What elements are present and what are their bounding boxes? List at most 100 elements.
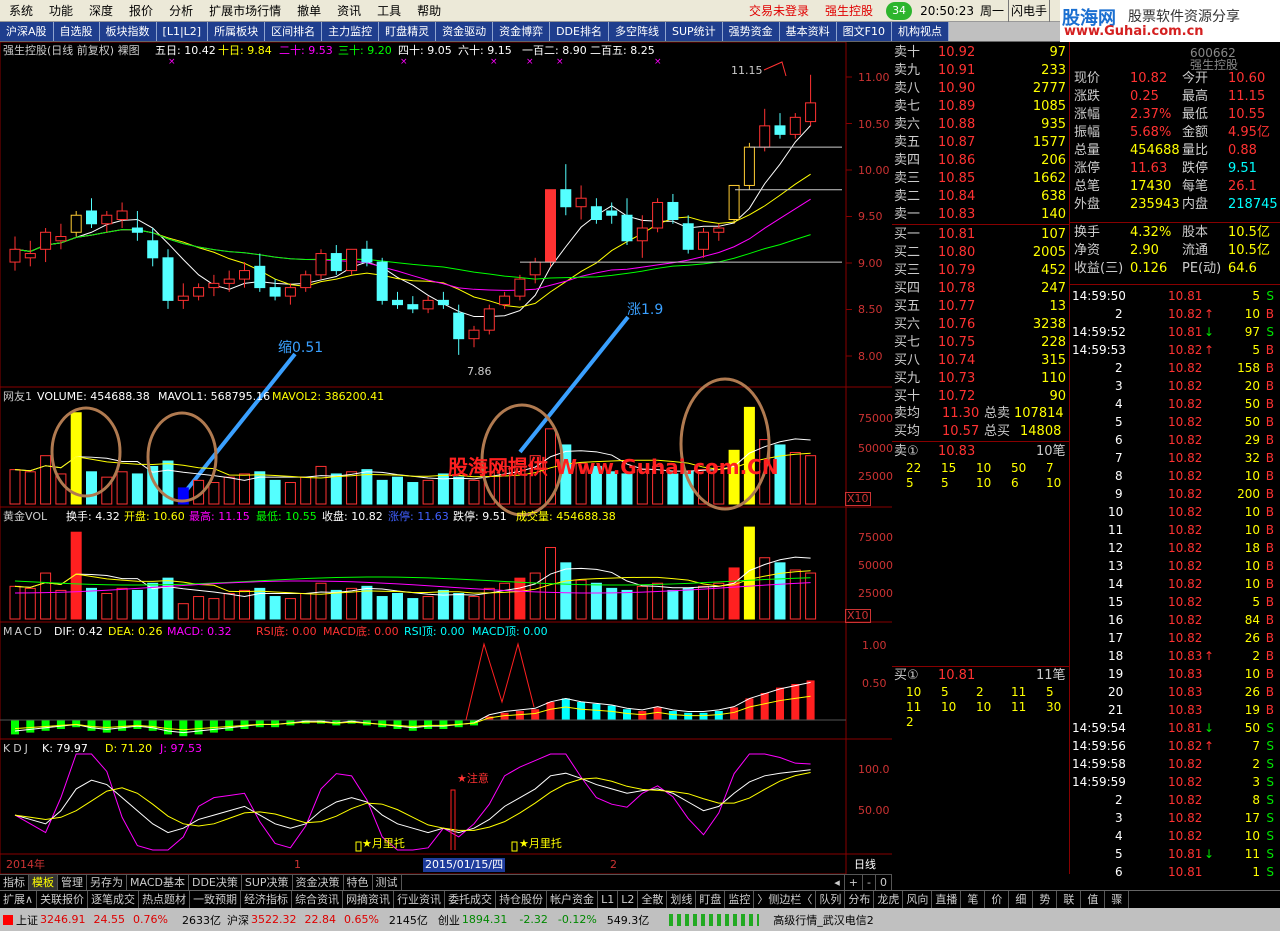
tick-row[interactable]: 8 10.82 10 B [1070,467,1280,485]
hs-index-label[interactable]: 沪深 [227,912,249,928]
tick-row[interactable]: 14:59:52 10.81 ↓ 97 S [1070,323,1280,341]
function-tab[interactable]: 龙虎 [874,891,904,908]
tick-row[interactable]: 2 10.82 158 B [1070,359,1280,377]
buy-level-row[interactable]: 买八 10.74 315 [892,352,1070,370]
menu-quote[interactable]: 报价 [120,0,160,22]
menu-extended-market[interactable]: 扩展市场行情 [200,0,288,22]
tick-row[interactable]: 14:59:54 10.81 ↓ 50 S [1070,719,1280,737]
function-tab[interactable]: 监控 [725,891,755,908]
flash-trade-button[interactable]: 闪电手 [1007,0,1050,23]
toolbar-a-shares[interactable]: 沪深A股 [0,22,54,41]
tick-row[interactable]: 4 10.82 50 B [1070,395,1280,413]
function-tab[interactable]: 一致预期 [190,891,242,908]
menu-news[interactable]: 资讯 [328,0,368,22]
sell-level-row[interactable]: 卖六 10.88 935 [892,116,1070,134]
chart-area[interactable]: × × × × × × 强生控股(日线 前复权) 裸图 五日: 10.42 十日: 9.8… [0,42,893,874]
tick-row[interactable]: 6 10.81 1 S [1070,863,1280,881]
sell-level-row[interactable]: 卖四 10.86 206 [892,152,1070,170]
tick-row[interactable]: 5 10.82 50 B [1070,413,1280,431]
tick-row[interactable]: 14:59:58 10.82 2 S [1070,755,1280,773]
tick-row[interactable]: 15 10.82 5 B [1070,593,1280,611]
indicator-tab[interactable]: MACD基本 [127,875,189,890]
sell-level-row[interactable]: 卖一 10.83 140 [892,206,1070,224]
function-tab[interactable]: L1 [598,891,619,908]
tick-row[interactable]: 19 10.83 10 B [1070,665,1280,683]
sell-level-row[interactable]: 卖二 10.84 638 [892,188,1070,206]
indicator-tab[interactable]: 指标 [0,875,29,890]
menu-cancel-order[interactable]: 撤单 [288,0,328,22]
tick-row[interactable]: 18 10.83 ↑ 2 B [1070,647,1280,665]
chart-nav-button[interactable]: - [863,875,876,890]
sell-level-row[interactable]: 卖三 10.85 1662 [892,170,1070,188]
function-tab[interactable]: 势 [1033,891,1058,908]
toolbar-fund-game[interactable]: 资金博弈 [493,22,551,41]
buy-level-row[interactable]: 买七 10.75 228 [892,334,1070,352]
toolbar-l1l2[interactable]: [L1|L2] [156,22,209,41]
tick-row[interactable]: 14:59:59 10.82 3 S [1070,773,1280,791]
notification-badge[interactable]: 34 [886,1,913,20]
tick-row[interactable]: 14:59:53 10.82 ↑ 5 B [1070,341,1280,359]
toolbar-belong-sector[interactable]: 所属板块 [208,22,266,41]
indicator-tab[interactable]: 资金决策 [293,875,344,890]
toolbar-f10[interactable]: 图文F10 [836,22,892,41]
tick-row[interactable]: 3 10.82 17 S [1070,809,1280,827]
function-tab[interactable]: 联 [1057,891,1082,908]
buy-level-row[interactable]: 买四 10.78 247 [892,280,1070,298]
chart-nav-button[interactable]: ◂ [830,875,845,890]
function-tab[interactable]: 细 [1009,891,1034,908]
function-tab[interactable]: L2 [618,891,639,908]
function-tab[interactable]: 骤 [1105,891,1130,908]
tick-row[interactable]: 21 10.83 19 B [1070,701,1280,719]
cy-index-label[interactable]: 创业 [438,912,460,928]
buy-level-row[interactable]: 买九 10.73 110 [892,370,1070,388]
sell-level-row[interactable]: 卖十 10.92 97 [892,44,1070,62]
indicator-tab[interactable]: 模板 [29,875,58,890]
toolbar-fund-drive[interactable]: 资金驱动 [436,22,494,41]
toolbar-watchlist[interactable]: 自选股 [53,22,100,41]
function-tab[interactable]: 全散 [638,891,668,908]
tick-row[interactable]: 6 10.82 29 B [1070,431,1280,449]
indicator-tab[interactable]: DDE决策 [189,875,242,890]
menu-depth[interactable]: 深度 [80,0,120,22]
function-tab[interactable]: 热点题材 [139,891,191,908]
tick-row[interactable]: 16 10.82 84 B [1070,611,1280,629]
buy-level-row[interactable]: 买十 10.72 90 [892,388,1070,406]
function-tab[interactable]: 行业资讯 [394,891,446,908]
sell-level-row[interactable]: 卖八 10.90 2777 [892,80,1070,98]
function-tab[interactable]: 分布 [845,891,875,908]
sh-index-label[interactable]: 上证 [16,912,38,928]
function-tab[interactable]: 扩展∧ [0,891,38,908]
chart-nav-button[interactable]: 0 [876,875,892,890]
function-tab[interactable]: 风向 [903,891,933,908]
tick-row[interactable]: 3 10.82 20 B [1070,377,1280,395]
tick-row[interactable]: 14:59:56 10.82 ↑ 7 S [1070,737,1280,755]
tick-row[interactable]: 13 10.82 10 B [1070,557,1280,575]
function-tab[interactable]: 委托成交 [445,891,497,908]
tick-row[interactable]: 5 10.81 ↓ 11 S [1070,845,1280,863]
toolbar-bull-bear[interactable]: 多空阵线 [608,22,666,41]
toolbar-strong-funds[interactable]: 强势资金 [722,22,780,41]
tick-row[interactable]: 4 10.82 10 S [1070,827,1280,845]
function-tab[interactable]: 队列 [816,891,846,908]
toolbar-dde-rank[interactable]: DDE排名 [550,22,609,41]
function-tab[interactable]: 划线 [667,891,697,908]
function-tab[interactable]: 经济指标 [241,891,293,908]
toolbar-watch-wizard[interactable]: 盯盘精灵 [379,22,437,41]
function-tab[interactable]: 值 [1081,891,1106,908]
indicator-tab[interactable]: 另存为 [87,875,127,890]
function-tab[interactable]: 价 [985,891,1010,908]
menu-analysis[interactable]: 分析 [160,0,200,22]
menu-function[interactable]: 功能 [40,0,80,22]
menu-help[interactable]: 帮助 [408,0,448,22]
toolbar-range-rank[interactable]: 区间排名 [265,22,323,41]
sell-level-row[interactable]: 卖九 10.91 233 [892,62,1070,80]
indicator-tab[interactable]: 管理 [58,875,87,890]
toolbar-sup-stats[interactable]: SUP统计 [665,22,723,41]
function-tab[interactable]: 直播 [932,891,962,908]
function-tab[interactable]: 〉侧边栏〈 [754,891,817,908]
function-tab[interactable]: 盯盘 [696,891,726,908]
menu-tools[interactable]: 工具 [368,0,408,22]
menu-system[interactable]: 系统 [0,0,40,22]
toolbar-basic-info[interactable]: 基本资料 [779,22,837,41]
buy-level-row[interactable]: 买六 10.76 3238 [892,316,1070,334]
